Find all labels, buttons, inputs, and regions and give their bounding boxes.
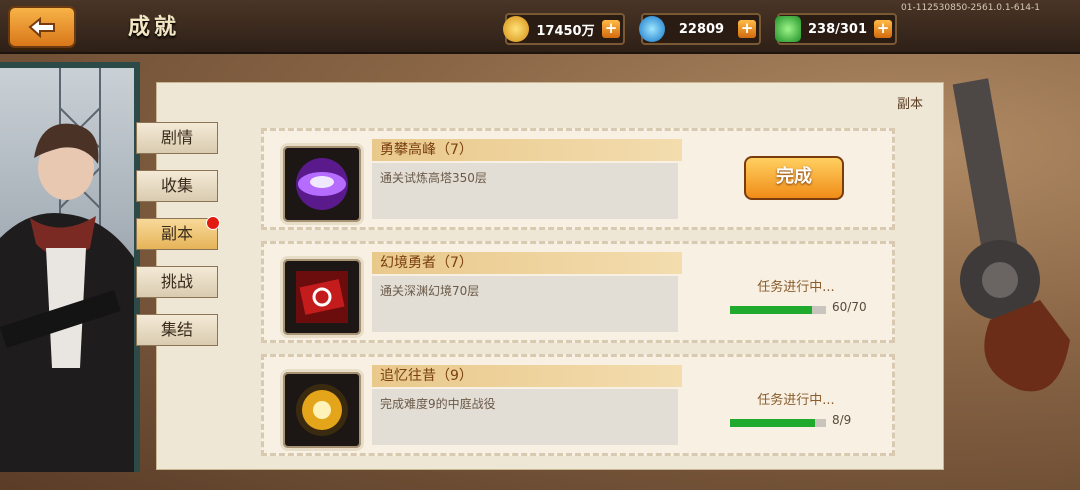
progress-bar bbox=[730, 306, 826, 314]
revolver-decoration bbox=[952, 78, 1070, 392]
gem-value: 22809 bbox=[678, 21, 725, 37]
green-stamina-icon bbox=[775, 16, 801, 42]
achievement-description: 通关试炼高塔350层 bbox=[372, 163, 678, 219]
progress-fill bbox=[730, 306, 813, 314]
character-portrait bbox=[0, 62, 140, 472]
achievement-card: 追忆往昔（9） 完成难度9的中庭战役 任务进行中... 8/9 bbox=[261, 354, 895, 456]
add-stamina-button[interactable]: + bbox=[874, 20, 892, 38]
add-gold-button[interactable]: + bbox=[602, 20, 620, 38]
gold-value: 17450万 bbox=[536, 23, 595, 39]
tab-rally[interactable]: 集结 bbox=[136, 314, 218, 346]
status-text: 任务进行中... bbox=[757, 280, 835, 295]
achievement-card: 勇攀高峰（7） 通关试炼高塔350层 完成 bbox=[261, 128, 895, 230]
red-ticket-icon bbox=[296, 271, 348, 323]
status-text: 任务进行中... bbox=[757, 393, 835, 408]
progress-fill bbox=[730, 419, 816, 427]
achievement-panel: 副本 勇攀高峰（7） 通关试炼高塔350层 完成 幻境勇者（7） 通关深渊幻境7… bbox=[156, 82, 944, 470]
category-label: 副本 bbox=[896, 97, 923, 112]
achievement-icon-frame bbox=[280, 369, 364, 451]
achievement-description: 完成难度9的中庭战役 bbox=[372, 389, 678, 445]
stamina-resource: 238/301 + bbox=[775, 13, 897, 45]
progress-text: 8/9 bbox=[832, 413, 852, 427]
gold-coin-icon bbox=[503, 16, 529, 42]
complete-button[interactable]: 完成 bbox=[744, 156, 844, 200]
achievement-card: 幻境勇者（7） 通关深渊幻境70层 任务进行中... 60/70 bbox=[261, 241, 895, 343]
back-arrow-icon bbox=[28, 16, 55, 38]
tab-story[interactable]: 剧情 bbox=[136, 122, 218, 154]
progress-bar bbox=[730, 419, 826, 427]
back-button[interactable] bbox=[8, 6, 76, 48]
notification-dot bbox=[206, 216, 220, 230]
gold-compass-icon bbox=[296, 384, 348, 436]
character-illustration bbox=[0, 68, 134, 472]
progress-text: 60/70 bbox=[832, 300, 867, 314]
gem-resource: 22809 + bbox=[639, 13, 761, 45]
add-gem-button[interactable]: + bbox=[738, 20, 756, 38]
achievement-name: 幻境勇者（7） bbox=[372, 252, 682, 274]
blue-gem-icon bbox=[639, 16, 665, 42]
gold-resource: 17450万 + bbox=[503, 13, 625, 45]
tab-collection[interactable]: 收集 bbox=[136, 170, 218, 202]
stamina-value: 238/301 bbox=[807, 21, 868, 37]
achievement-name: 勇攀高峰（7） bbox=[372, 139, 682, 161]
achievement-name: 追忆往昔（9） bbox=[372, 365, 682, 387]
page-title: 成就 bbox=[128, 15, 181, 40]
category-tabs: 剧情 收集 副本 挑战 集结 bbox=[136, 122, 218, 362]
top-bar: 成就 17450万 + 22809 + 238/301 + 01-1125308… bbox=[0, 0, 1080, 54]
achievement-description: 通关深渊幻境70层 bbox=[372, 276, 678, 332]
tab-challenge[interactable]: 挑战 bbox=[136, 266, 218, 298]
achievement-icon-frame bbox=[280, 256, 364, 338]
achievement-icon-frame bbox=[280, 143, 364, 225]
purple-orb-icon bbox=[296, 158, 348, 210]
version-label: 01-112530850-2561.0.1-614-1 bbox=[901, 3, 1040, 13]
